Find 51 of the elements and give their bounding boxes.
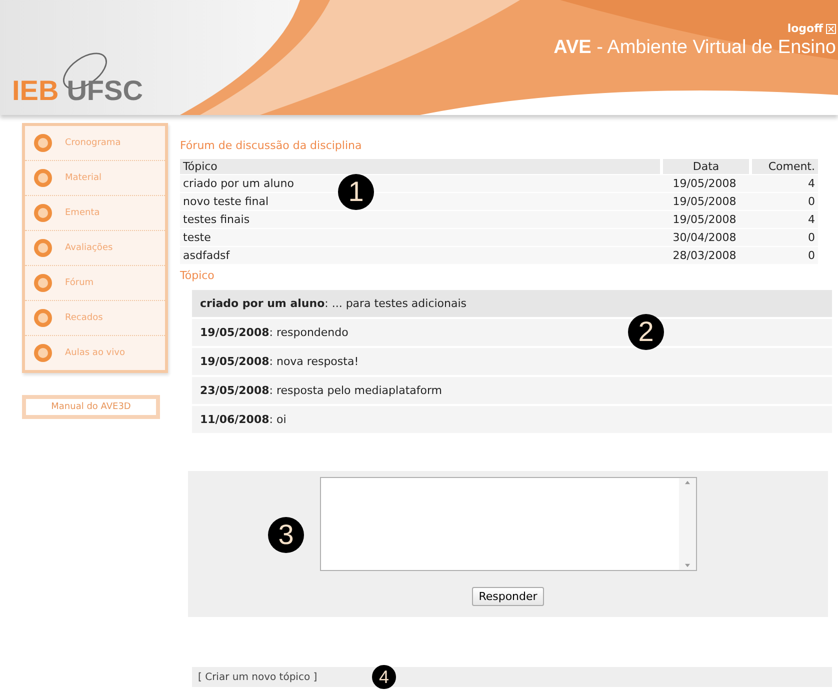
menu-item[interactable]: Recados [25,301,165,336]
number-marker: 2 [628,314,664,350]
new-topic-link[interactable]: [ Criar um novo tópico ] [192,672,318,682]
up-arrow-icon[interactable] [684,480,690,485]
close-icon[interactable] [826,24,836,34]
down-arrow-icon[interactable] [684,563,690,568]
column-header: Data [660,159,749,174]
menu-item[interactable]: Avaliações [25,231,165,266]
ring-icon [33,308,53,328]
number-marker: 3 [268,517,304,553]
table-cell: 19/05/2008 [660,175,749,192]
table-cell: 0 [749,193,818,210]
topic-link[interactable]: teste [180,229,660,246]
menu-item[interactable]: Cronograma [25,126,165,161]
ring-icon [33,203,53,223]
number-marker: 4 [372,665,396,689]
topic-message: criado por um aluno: ... para testes adicionais [192,290,832,319]
table-cell: 30/04/2008 [660,229,749,246]
menu-item[interactable]: Aulas ao vivo [25,336,165,370]
menu-item[interactable]: Fórum [25,266,165,301]
ring-icon [33,238,53,258]
manual-link[interactable]: Manual do AVE3D [22,395,160,419]
section-title: Fórum de discussão da disciplina [180,139,363,152]
reply-button[interactable]: Responder [472,587,544,606]
topic-link[interactable]: testes finais [180,211,660,228]
table-cell: 28/03/2008 [660,247,749,264]
table-cell: 4 [749,175,818,192]
section-title: Tópico [180,269,216,282]
ring-icon [33,168,53,188]
logo-text: UFSC [66,77,143,105]
logoff-link[interactable]: logoff [787,22,823,35]
menu-item[interactable]: Material [25,161,165,196]
ring-icon [33,133,53,153]
scrollbar[interactable] [678,478,696,570]
table-cell: 0 [749,229,818,246]
table-cell: 19/05/2008 [660,193,749,210]
table-cell: 19/05/2008 [660,211,749,228]
column-header: Tópico [180,159,660,174]
ring-icon [33,273,53,293]
reply-message: 23/05/2008: resposta pelo mediaplataform [192,377,832,406]
ring-icon [33,343,53,363]
reply-message: 11/06/2008: oi [192,406,832,435]
topic-link[interactable]: asdfadsf [180,247,660,264]
table-cell: 0 [749,247,818,264]
column-header: Coment. [749,159,818,174]
table-cell: 4 [749,211,818,228]
reply-message: 19/05/2008: nova resposta! [192,348,832,377]
app-title: AVE - Ambiente Virtual de Ensino [554,37,836,59]
menu-item[interactable]: Ementa [25,196,165,231]
logo-text: IEB [12,77,59,105]
reply-textarea[interactable] [320,477,696,571]
